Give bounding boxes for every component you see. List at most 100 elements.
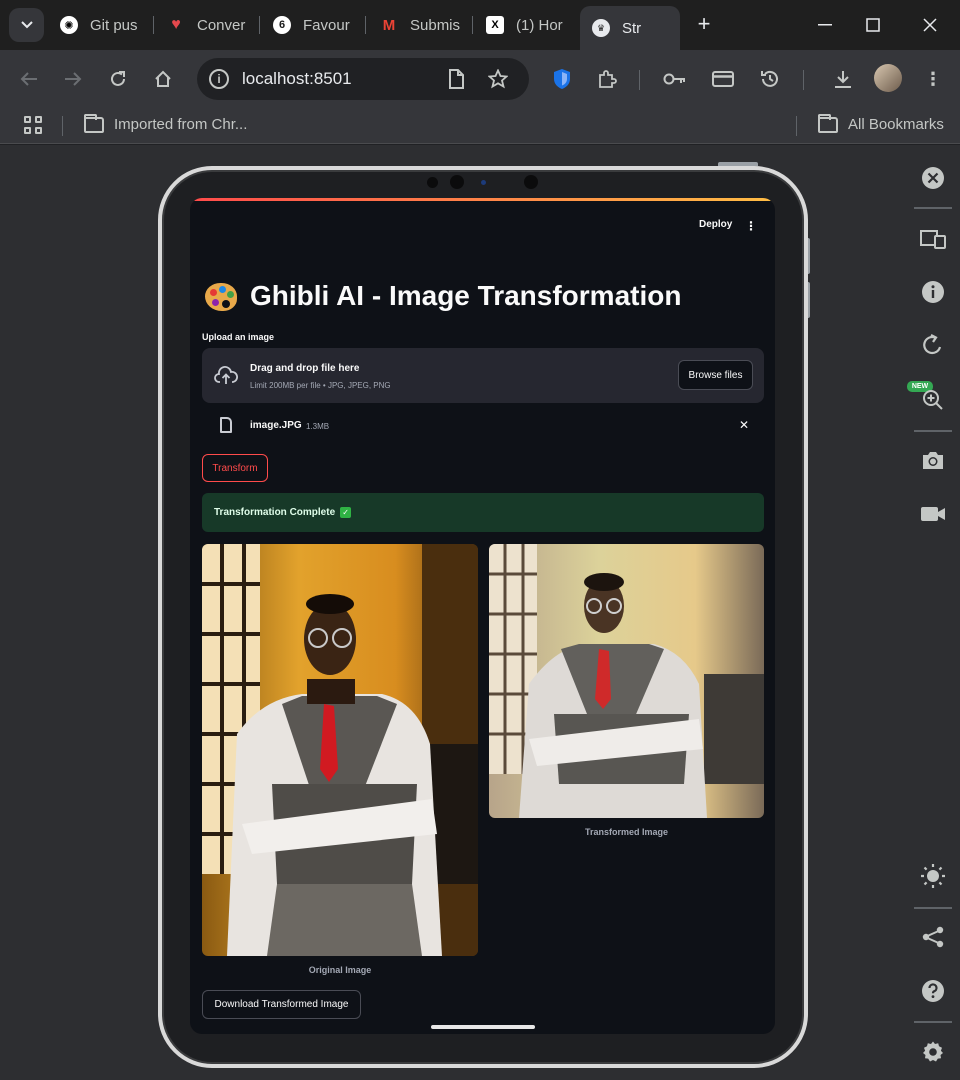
tab-separator (259, 16, 260, 34)
streamlit-icon: ♛ (592, 19, 610, 37)
zoom-button[interactable] (918, 385, 948, 415)
chrome-menu-button[interactable]: ⋮ (920, 66, 946, 92)
tab-conversation[interactable]: ♥ Conver (167, 8, 247, 42)
close-emulation-button[interactable] (918, 163, 948, 193)
rail-divider (914, 1021, 952, 1023)
bookmarks-divider (796, 116, 797, 136)
tab-label: Conver (197, 16, 246, 34)
back-button[interactable] (16, 66, 42, 92)
palette-icon (204, 280, 238, 312)
tab-home-x[interactable]: X (1) Hor (486, 8, 566, 42)
openai-icon: ✺ (60, 16, 78, 34)
browse-files-button[interactable]: Browse files (678, 360, 753, 390)
folder-icon (84, 113, 104, 133)
home-indicator (431, 1025, 535, 1029)
passwords-button[interactable] (662, 66, 688, 92)
page-title: Ghibli AI - Image Transformation (204, 280, 681, 312)
reload-button[interactable] (105, 66, 131, 92)
key-icon (663, 73, 685, 85)
deploy-button[interactable]: Deploy (699, 219, 732, 230)
remove-file-button[interactable]: ✕ (739, 418, 749, 432)
minimize-icon (818, 24, 832, 26)
record-video-button[interactable] (918, 499, 948, 529)
site-info-icon[interactable]: i (209, 69, 229, 89)
bookmark-label: Imported from Chr... (114, 116, 248, 133)
maximize-button[interactable] (860, 12, 886, 38)
download-button[interactable]: Download Transformed Image (202, 990, 361, 1019)
camera-icon (923, 452, 943, 469)
forward-button[interactable] (60, 66, 86, 92)
tab-label: Str (622, 19, 642, 37)
help-button[interactable] (918, 976, 948, 1006)
success-text: Transformation Complete (214, 507, 336, 518)
bookmark-imported-folder[interactable]: Imported from Chr... (84, 113, 248, 133)
tab-strip: ✺ Git pus ♥ Conver 6 Favour M Submis X (… (0, 0, 960, 50)
history-button[interactable] (757, 66, 783, 92)
kebab-icon: ⋮ (924, 68, 942, 89)
close-window-button[interactable] (917, 12, 943, 38)
rotate-icon (923, 334, 942, 355)
profile-avatar[interactable] (874, 64, 902, 92)
device-type-button[interactable] (918, 224, 948, 254)
tab-streamlit[interactable]: ♛ Str (580, 6, 680, 50)
favour-icon: 6 (273, 16, 291, 34)
rotate-button[interactable] (918, 330, 948, 360)
device-sensor (427, 177, 438, 188)
new-tab-button[interactable]: + (692, 12, 716, 36)
transformed-image (489, 544, 764, 818)
star-icon (488, 69, 508, 89)
bookmark-label: All Bookmarks (848, 116, 944, 133)
tab-search-button[interactable] (9, 8, 44, 42)
share-button[interactable] (918, 922, 948, 952)
tab-git-push[interactable]: ✺ Git pus (60, 8, 140, 42)
file-size: 1.3MB (306, 422, 330, 431)
maximize-icon (866, 18, 880, 32)
settings-button[interactable] (918, 1037, 948, 1067)
close-circle-icon (922, 167, 944, 189)
page-icon[interactable] (443, 66, 469, 92)
transform-button[interactable]: Transform (202, 454, 268, 482)
folder-icon (818, 113, 838, 133)
device-sensor (481, 180, 486, 185)
payment-methods-button[interactable] (710, 66, 736, 92)
extension-shield-button[interactable] (549, 66, 575, 92)
dropzone-title: Drag and drop file here (250, 363, 360, 374)
file-dropzone[interactable]: Drag and drop file here Limit 200MB per … (202, 348, 764, 403)
chevron-down-icon (20, 21, 33, 29)
minimize-button[interactable] (812, 12, 838, 38)
home-button[interactable] (150, 66, 176, 92)
theme-button[interactable] (918, 861, 948, 891)
url-text[interactable]: localhost:8501 (242, 69, 352, 89)
tab-favour[interactable]: 6 Favour (273, 8, 353, 42)
tab-separator (365, 16, 366, 34)
credit-card-icon (712, 71, 734, 87)
video-camera-icon (921, 507, 945, 521)
dropzone-limit: Limit 200MB per file • JPG, JPEG, PNG (250, 381, 391, 390)
original-image (202, 544, 478, 956)
device-camera (450, 175, 464, 189)
shield-icon (554, 69, 570, 89)
downloads-button[interactable] (830, 66, 856, 92)
rail-divider (914, 207, 952, 209)
device-info-button[interactable] (918, 277, 948, 307)
tab-submission[interactable]: M Submis (380, 8, 460, 42)
tab-label: Git pus (90, 16, 138, 34)
chat-heart-icon: ♥ (171, 16, 181, 33)
screenshot-button[interactable] (918, 445, 948, 475)
toolbar-divider (639, 70, 640, 90)
share-icon (922, 926, 944, 948)
bookmark-star-button[interactable] (485, 66, 511, 92)
apps-grid-icon[interactable] (24, 116, 42, 134)
app-menu-button[interactable]: ⋮ (745, 219, 757, 233)
all-bookmarks-folder[interactable]: All Bookmarks (818, 113, 944, 133)
puzzle-icon (599, 70, 617, 88)
extensions-button[interactable] (594, 66, 620, 92)
original-image-caption: Original Image (308, 965, 372, 975)
x-icon: X (486, 16, 504, 34)
rail-divider (914, 907, 952, 909)
address-bar[interactable]: i localhost:8501 (197, 58, 529, 100)
brightness-icon (921, 864, 945, 888)
browser-toolbar: i localhost:8501 ⋮ (0, 50, 960, 108)
arrow-left-icon (20, 72, 37, 86)
gmail-icon: M (382, 16, 396, 34)
